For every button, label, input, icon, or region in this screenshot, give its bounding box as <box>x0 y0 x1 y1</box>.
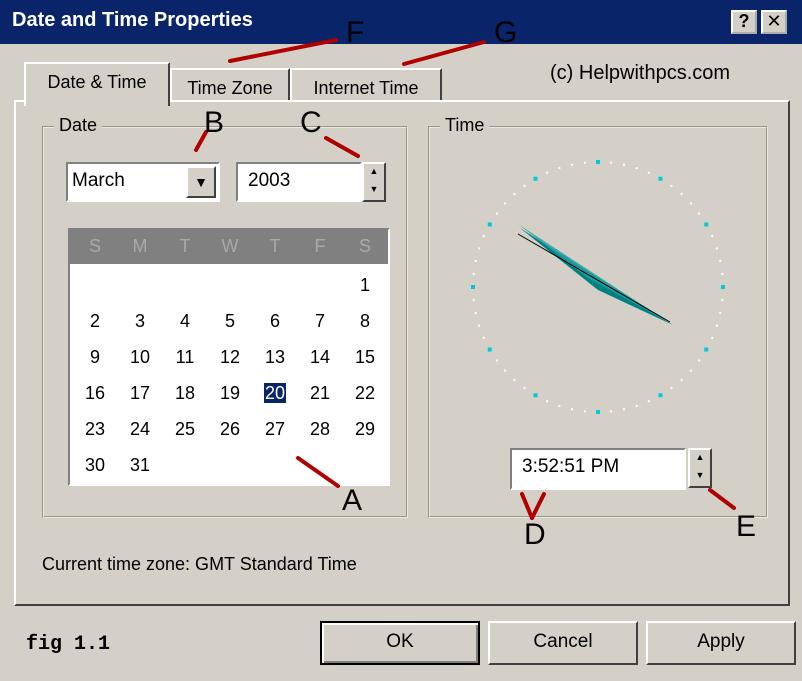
annotation-label-d: D <box>524 518 546 551</box>
annotation-label-b: B <box>204 106 225 139</box>
annotation-label-c: C <box>300 106 322 139</box>
annotation-line-d2 <box>530 492 546 520</box>
annotation-line-c <box>324 136 360 158</box>
annotation-label-f: F <box>346 16 365 49</box>
annotation-label-a: A <box>342 484 363 517</box>
annotation-line-d1 <box>520 492 534 520</box>
tab-date-time[interactable]: Date & Time <box>24 62 170 106</box>
annotation-line-e <box>708 488 736 510</box>
annotation-line-g <box>402 40 486 66</box>
annotation-label-g: G <box>494 16 518 49</box>
annotation-label-e: E <box>736 510 757 543</box>
annotation-line-a <box>296 456 340 488</box>
annotation-line-f <box>228 38 338 63</box>
